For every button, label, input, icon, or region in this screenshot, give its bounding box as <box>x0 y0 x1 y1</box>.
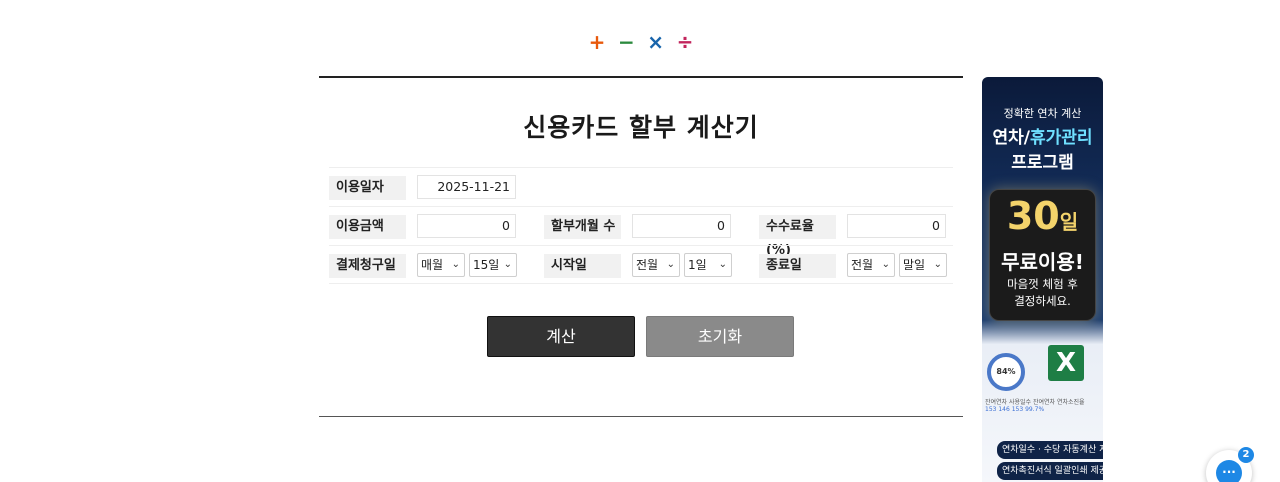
ad-headline: 연차/휴가관리 프로그램 <box>982 126 1103 176</box>
amount-row: 이용금액 0 할부개월 수 0 수수료율(%) 0 <box>329 206 953 258</box>
end-day-value: 말일 <box>903 258 926 272</box>
start-day-select[interactable]: 1일 ⌄ <box>684 253 732 277</box>
chevron-down-icon: ⌄ <box>666 259 675 270</box>
start-month-select[interactable]: 전월 ⌄ <box>632 253 680 277</box>
start-month-value: 전월 <box>636 258 659 272</box>
date-options-row: 결제청구일 매월 ⌄ 15일 ⌄ 시작일 전월 ⌄ 1일 ⌄ 종료일 전월 ⌄ … <box>329 245 953 284</box>
ad-headline-part1: 연차/ <box>992 128 1030 148</box>
chevron-down-icon: ⌄ <box>451 259 460 270</box>
ad-trial-number: 30 <box>1006 194 1060 238</box>
ad-trial-badge: 30일 무료이용! 마음껏 체험 후 결정하세요. <box>989 189 1096 321</box>
reset-button[interactable]: 초기화 <box>646 316 794 357</box>
ad-trial-unit: 일 <box>1059 210 1079 234</box>
plus-icon: + <box>588 30 606 54</box>
ad-headline-part3: 프로그램 <box>1011 153 1074 173</box>
start-day-label: 시작일 <box>544 254 621 278</box>
calculate-button[interactable]: 계산 <box>487 316 635 357</box>
ad-table-header: 잔여연차 사용일수 잔여연차 연차소진율 <box>985 399 1085 406</box>
times-icon: × <box>647 30 665 54</box>
site-logo[interactable]: + − × ÷ <box>585 30 697 54</box>
ad-caption-2: 연차촉진서식 일괄인쇄 제공 <box>997 462 1103 480</box>
billing-period-value: 매월 <box>421 258 444 272</box>
billing-day-select[interactable]: 15일 ⌄ <box>469 253 517 277</box>
chat-unread-badge: 2 <box>1238 447 1254 463</box>
side-banner-ad[interactable]: 정확한 연차 계산 연차/휴가관리 프로그램 30일 무료이용! 마음껏 체험 … <box>982 77 1103 482</box>
amount-input[interactable]: 0 <box>417 214 516 238</box>
end-day-label: 종료일 <box>759 254 836 278</box>
ad-trial-days: 30일 <box>990 194 1095 238</box>
billing-day-label: 결제청구일 <box>329 254 406 278</box>
divide-icon: ÷ <box>676 30 694 54</box>
billing-day-value: 15일 <box>473 258 500 272</box>
ad-table-values: 153 146 153 99.7% <box>985 406 1045 413</box>
amount-label: 이용금액 <box>329 215 406 239</box>
start-day-value: 1일 <box>688 258 707 272</box>
billing-period-select[interactable]: 매월 ⌄ <box>417 253 465 277</box>
fee-rate-input[interactable]: 0 <box>847 214 946 238</box>
ad-tagline: 정확한 연차 계산 <box>1003 107 1082 120</box>
ad-subtext-line1: 마음껏 체험 후 <box>1007 277 1078 291</box>
minus-icon: − <box>617 30 635 54</box>
ad-subtext-line2: 결정하세요. <box>1014 294 1071 308</box>
ad-free-text: 무료이용! <box>1001 250 1084 274</box>
months-label: 할부개월 수 <box>544 215 621 239</box>
ad-caption-1: 연차일수 · 수당 자동계산 지원 <box>997 441 1103 459</box>
ad-progress-ring: 84% <box>987 353 1025 391</box>
chevron-down-icon: ⌄ <box>718 259 727 270</box>
ad-table-preview: 잔여연차 사용일수 잔여연차 연차소진율 153 146 153 99.7% <box>985 397 1100 419</box>
fee-rate-label: 수수료율(%) <box>759 215 836 258</box>
installment-calculator: 신용카드 할부 계산기 이용일자 2025-11-21 이용금액 0 할부개월 … <box>319 76 963 417</box>
chevron-down-icon: ⌄ <box>881 259 890 270</box>
usage-date-row: 이용일자 2025-11-21 <box>329 167 953 206</box>
page-title: 신용카드 할부 계산기 <box>523 113 759 142</box>
chevron-down-icon: ⌄ <box>933 259 942 270</box>
chevron-down-icon: ⌄ <box>503 259 512 270</box>
chat-bubble-icon: ··· <box>1216 460 1242 482</box>
excel-icon: X <box>1048 345 1084 381</box>
end-month-select[interactable]: 전월 ⌄ <box>847 253 895 277</box>
end-day-select[interactable]: 말일 ⌄ <box>899 253 947 277</box>
ad-headline-part2: 휴가관리 <box>1029 128 1093 148</box>
usage-date-input[interactable]: 2025-11-21 <box>417 175 516 199</box>
end-month-value: 전월 <box>851 258 874 272</box>
months-input[interactable]: 0 <box>632 214 731 238</box>
ad-subtext: 마음껏 체험 후 결정하세요. <box>990 276 1095 310</box>
usage-date-label: 이용일자 <box>329 176 406 200</box>
